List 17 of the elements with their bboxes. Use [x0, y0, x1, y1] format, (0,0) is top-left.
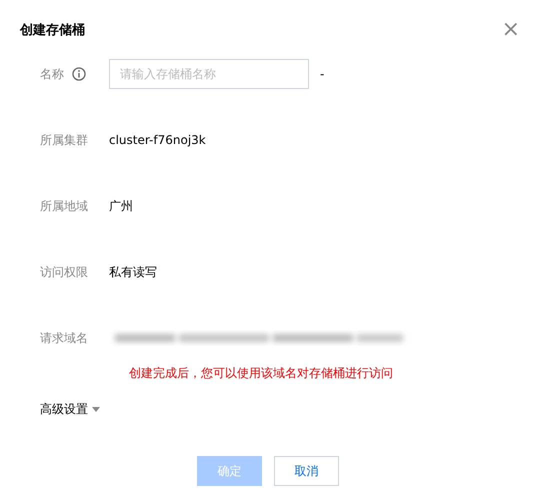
cancel-button[interactable]: 取消 [274, 456, 339, 486]
advanced-settings-toggle[interactable]: 高级设置 [40, 401, 100, 417]
name-field[interactable]: 请输入存储桶名称 [109, 59, 309, 89]
suffix-text: - [320, 67, 324, 81]
dialog-title: 创建存储桶 [20, 22, 85, 39]
hint-text: 创建完成后，您可以使用该域名对存储桶进行访问 [129, 365, 394, 381]
field-value: 私有读写 [109, 264, 157, 280]
field-label: 名称 [40, 66, 64, 82]
caret-icon [92, 406, 100, 412]
info-icon[interactable] [72, 67, 86, 81]
field-label: 所属集群 [40, 132, 88, 148]
close-button[interactable]: × [502, 22, 520, 38]
field-value: 广州 [109, 198, 133, 214]
field-label: 请求域名 [40, 330, 88, 346]
field-value: cluster-f76noj3k [109, 133, 206, 147]
field-label: 访问权限 [40, 264, 88, 280]
field-label: 所属地域 [40, 198, 88, 214]
